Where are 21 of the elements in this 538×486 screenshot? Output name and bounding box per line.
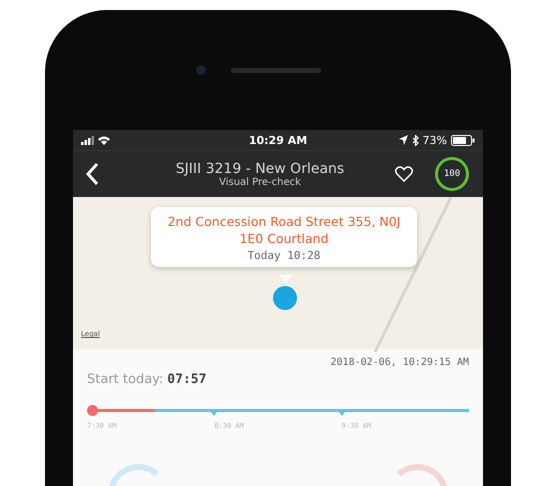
nav-title: SJIII 3219 - New Orleans	[176, 160, 344, 176]
timestamp: 2018-02-06, 10:29:15 AM	[330, 357, 469, 368]
timeline-thumb[interactable]	[87, 405, 98, 416]
battery-icon	[451, 134, 475, 146]
start-label: Start today:	[87, 372, 164, 387]
camera-icon	[196, 65, 206, 75]
location-dot	[273, 286, 297, 310]
battery-percent: 73%	[422, 134, 447, 146]
nav-subtitle: Visual Pre-check	[219, 176, 301, 188]
start-time: 07:57	[167, 372, 206, 387]
location-arrow-icon	[398, 135, 408, 145]
back-icon[interactable]	[85, 162, 99, 186]
callout-time: Today 10:28	[248, 249, 320, 262]
status-time: 10:29 AM	[248, 134, 308, 146]
signal-wifi-icon	[81, 135, 113, 145]
tick-mark	[338, 412, 345, 416]
bluetooth-icon	[412, 134, 419, 146]
callout-address: 2nd Concession Road Street 355, N0J 1E0 Courtland	[166, 213, 402, 247]
tick-mark	[211, 412, 218, 416]
score-badge[interactable]: 100	[435, 157, 469, 191]
heart-icon[interactable]	[395, 166, 413, 182]
